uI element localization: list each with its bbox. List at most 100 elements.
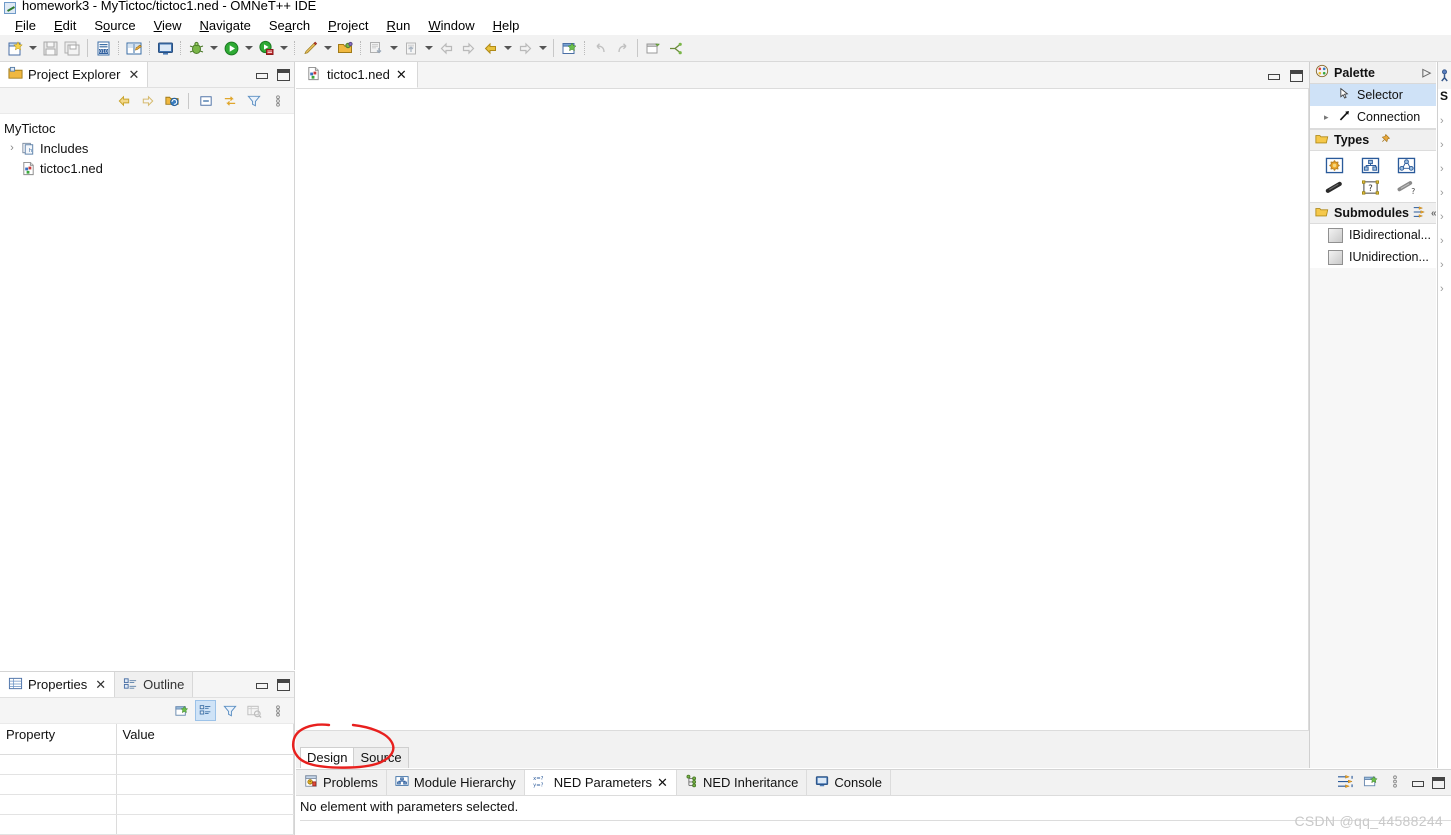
maximize-icon[interactable] [277, 679, 290, 691]
filter-icon[interactable] [243, 90, 264, 111]
run-config-dropdown-icon[interactable] [277, 37, 290, 59]
redo-icon[interactable] [611, 37, 633, 59]
run-configurations-icon[interactable] [255, 37, 277, 59]
layout-icon[interactable] [1412, 205, 1426, 222]
back-icon[interactable] [435, 37, 457, 59]
list-item[interactable]: › [1438, 229, 1451, 253]
restore-defaults-icon[interactable] [243, 700, 264, 721]
palette-submodules-list[interactable]: IBidirectional... IUnidirection... [1310, 224, 1436, 268]
outline-view-icon[interactable] [1438, 62, 1451, 89]
column-header-value[interactable]: Value [116, 724, 294, 755]
close-icon[interactable]: ✕ [657, 775, 668, 791]
new-wizard-icon[interactable] [4, 37, 26, 59]
properties-toolbar[interactable] [0, 698, 294, 724]
menu-item-source[interactable]: Source [85, 16, 144, 35]
list-item[interactable]: › [1438, 253, 1451, 277]
chevron-right-icon[interactable]: ▷ [1423, 66, 1431, 79]
minimize-icon[interactable] [255, 69, 268, 81]
tab-ned-parameters[interactable]: x=? y=? NED Parameters ✕ [524, 770, 677, 795]
menu-item-project[interactable]: Project [319, 16, 377, 35]
previous-annotation-icon[interactable] [479, 37, 501, 59]
tab-source[interactable]: Source [353, 747, 409, 768]
palette-types-icons[interactable]: ? ? [1310, 151, 1436, 202]
minimize-icon[interactable] [1267, 70, 1280, 82]
run-dropdown-icon[interactable] [242, 37, 255, 59]
channel-interface-type-icon[interactable]: ? [1388, 176, 1424, 198]
tree-item-includes[interactable]: › h Includes [0, 138, 294, 158]
menu-bar[interactable]: File Edit Source View Navigate Search Pr… [0, 16, 1451, 35]
save-icon[interactable] [39, 37, 61, 59]
home-icon[interactable] [161, 90, 182, 111]
list-item[interactable]: › [1438, 109, 1451, 133]
list-item[interactable]: › [1438, 181, 1451, 205]
properties-table[interactable]: Property Value [0, 724, 294, 835]
table-row[interactable] [0, 774, 294, 795]
table-row[interactable] [0, 814, 294, 835]
new-parameter-icon[interactable] [1363, 774, 1379, 792]
menu-item-view[interactable]: View [145, 16, 191, 35]
list-item[interactable]: › [1438, 205, 1451, 229]
new-wizard-dropdown-icon[interactable] [26, 37, 39, 59]
new-window-icon[interactable] [558, 37, 580, 59]
menu-item-file[interactable]: File [6, 16, 45, 35]
palette-group-submodules[interactable]: Submodules « [1310, 202, 1437, 224]
view-menu-icon[interactable] [267, 90, 288, 111]
tab-design[interactable]: Design [300, 747, 355, 768]
next-annotation-dropdown-icon[interactable] [536, 37, 549, 59]
close-icon[interactable]: ✕ [396, 67, 407, 83]
view-menu-icon[interactable] [1388, 774, 1402, 792]
expand-columns-icon[interactable] [1337, 774, 1354, 792]
export-icon[interactable] [400, 37, 422, 59]
pin-editor-icon[interactable] [642, 37, 664, 59]
collapse-all-icon[interactable] [195, 90, 216, 111]
list-item[interactable]: › [1438, 277, 1451, 301]
open-documentation-icon[interactable] [123, 37, 145, 59]
tab-console[interactable]: Console [807, 770, 892, 795]
minimize-icon[interactable] [1411, 777, 1424, 789]
tab-outline[interactable]: Outline [115, 672, 194, 697]
export-dropdown-icon[interactable] [422, 37, 435, 59]
tab-ned-inheritance[interactable]: NED Inheritance [676, 770, 808, 795]
table-row[interactable] [0, 794, 294, 815]
back-icon[interactable] [113, 90, 134, 111]
list-item[interactable]: › [1438, 157, 1451, 181]
tab-problems[interactable]: Problems [296, 770, 387, 795]
new-property-icon[interactable] [171, 700, 192, 721]
editor-mode-tabs[interactable]: Design Source [296, 730, 1309, 768]
tab-project-explorer[interactable]: Project Explorer ✕ [0, 62, 149, 87]
save-all-icon[interactable] [61, 37, 83, 59]
column-header-property[interactable]: Property [0, 724, 117, 755]
forward-icon[interactable] [457, 37, 479, 59]
menu-item-run[interactable]: Run [378, 16, 420, 35]
close-icon[interactable]: ✕ [128, 67, 139, 83]
double-chevron-icon[interactable]: « [1431, 208, 1437, 219]
network-type-icon[interactable] [1388, 154, 1424, 176]
menu-item-navigate[interactable]: Navigate [191, 16, 260, 35]
forward-icon[interactable] [137, 90, 158, 111]
design-canvas[interactable] [296, 89, 1309, 730]
run-icon[interactable] [220, 37, 242, 59]
chevron-right-icon[interactable]: ▸ [1324, 112, 1332, 123]
chevron-right-icon[interactable]: › [4, 142, 20, 154]
tab-properties[interactable]: Properties ✕ [0, 672, 116, 697]
maximize-icon[interactable] [1290, 69, 1303, 82]
main-toolbar[interactable]: 010 [0, 35, 1451, 62]
module-interface-type-icon[interactable]: ? [1352, 176, 1388, 198]
partially-hidden-side-view[interactable]: S › › › › › › › › [1437, 62, 1451, 768]
minimize-icon[interactable] [255, 679, 268, 691]
new-ned-file-icon[interactable]: 010 [92, 37, 114, 59]
palette-submodule-ibidirectional[interactable]: IBidirectional... [1310, 224, 1436, 246]
menu-item-edit[interactable]: Edit [45, 16, 85, 35]
tree-item-mytictoc[interactable]: MyTictoc [0, 118, 294, 138]
palette-submodule-iunidirectional[interactable]: IUnidirection... [1310, 246, 1436, 268]
channel-type-icon[interactable] [1316, 176, 1352, 198]
import-dropdown-icon[interactable] [387, 37, 400, 59]
palette-tool-selector[interactable]: Selector [1310, 84, 1436, 106]
import-icon[interactable] [365, 37, 387, 59]
open-type-icon[interactable] [334, 37, 356, 59]
menu-item-help[interactable]: Help [484, 16, 529, 35]
next-annotation-icon[interactable] [514, 37, 536, 59]
debug-icon[interactable] [185, 37, 207, 59]
previous-annotation-dropdown-icon[interactable] [501, 37, 514, 59]
external-tools-dropdown-icon[interactable] [321, 37, 334, 59]
